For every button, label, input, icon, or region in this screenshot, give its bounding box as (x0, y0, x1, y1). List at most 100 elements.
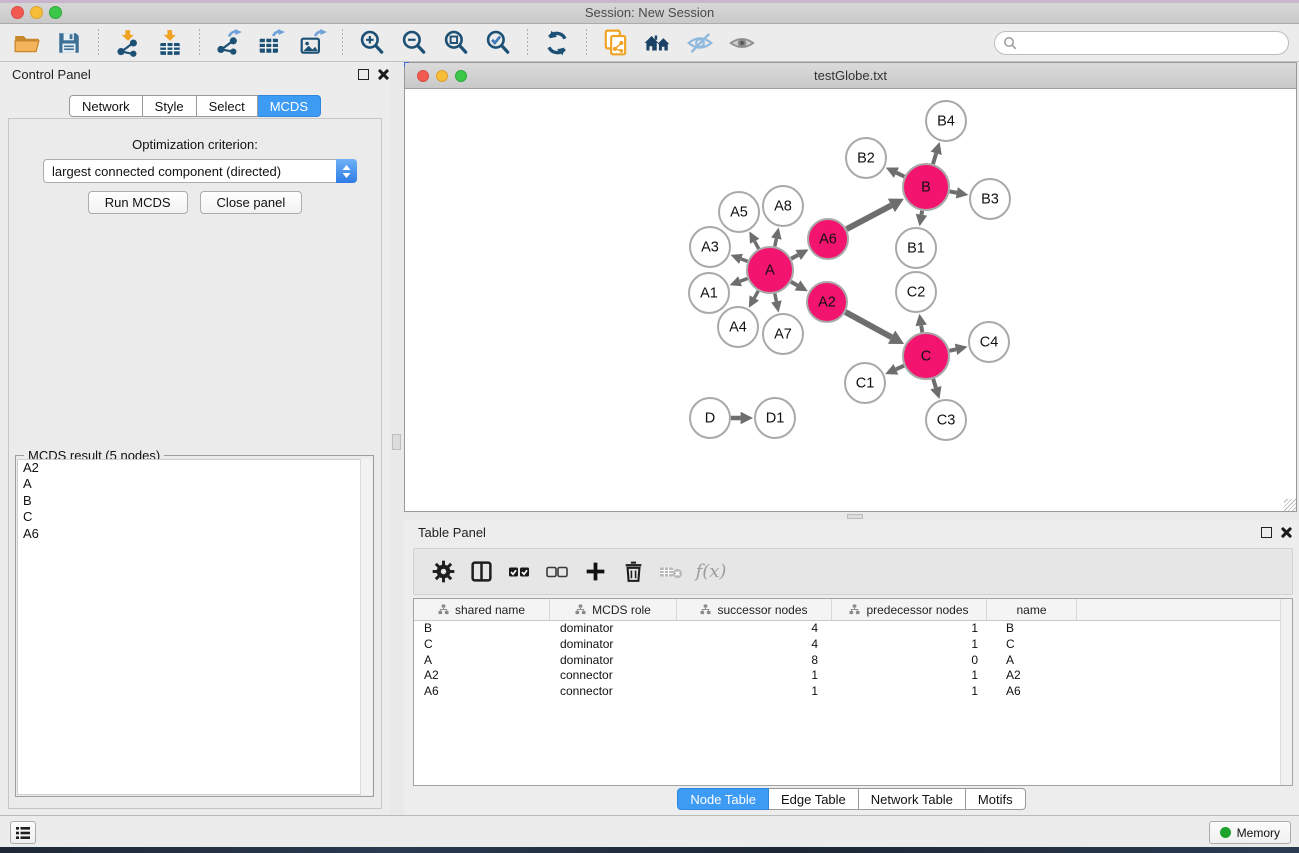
tab-mcds[interactable]: MCDS (258, 95, 321, 117)
table-settings-button[interactable] (424, 553, 462, 591)
zoom-fit-button[interactable] (438, 27, 474, 59)
add-column-button[interactable] (576, 553, 614, 591)
graph-edge-B-B1[interactable] (916, 211, 927, 227)
memory-button[interactable]: Memory (1209, 821, 1291, 844)
mcds-result-list[interactable]: A2ABCA6 (17, 459, 372, 795)
mcds-result-item[interactable]: A (18, 476, 371, 492)
graph-node-C2[interactable]: C2 (896, 272, 936, 312)
table-cell[interactable]: B (987, 621, 1077, 637)
graph-node-A[interactable]: A (747, 247, 793, 293)
export-table-button[interactable] (253, 27, 289, 59)
table-cell[interactable]: 1 (677, 684, 832, 700)
graph-node-A7[interactable]: A7 (763, 314, 803, 354)
graph-edge-A-A3[interactable] (731, 254, 748, 264)
zoom-out-button[interactable] (396, 27, 432, 59)
task-history-button[interactable] (10, 821, 36, 844)
zoom-selected-button[interactable] (480, 27, 516, 59)
column-header-predecessor-nodes[interactable]: predecessor nodes (832, 599, 987, 620)
graph-edge-A6-B[interactable] (847, 199, 904, 229)
table-row[interactable]: A6connector11A6 (414, 684, 1292, 700)
export-image-button[interactable] (295, 27, 331, 59)
graph-edge-C-C3[interactable] (930, 379, 941, 399)
float-panel-icon[interactable] (358, 69, 369, 80)
table-cell[interactable]: A2 (987, 668, 1077, 684)
graph-edge-C-C1[interactable] (885, 364, 904, 375)
column-header-MCDS-role[interactable]: MCDS role (550, 599, 677, 620)
table-cell[interactable]: A6 (414, 684, 550, 700)
table-cell[interactable]: A (987, 653, 1077, 669)
close-panel-icon[interactable] (1280, 526, 1292, 538)
select-all-button[interactable] (500, 553, 538, 591)
hide-selected-button[interactable] (682, 27, 718, 59)
graph-edge-C-C4[interactable] (949, 344, 967, 355)
delete-table-button[interactable] (652, 553, 690, 591)
graph-node-C4[interactable]: C4 (969, 322, 1009, 362)
window-titlebar[interactable]: Session: New Session (0, 0, 1299, 24)
table-cell[interactable]: 4 (677, 621, 832, 637)
graph-node-C[interactable]: C (903, 333, 949, 379)
table-cell[interactable]: dominator (550, 621, 677, 637)
table-row[interactable]: Cdominator41C (414, 637, 1292, 653)
tab-style[interactable]: Style (143, 95, 197, 117)
table-cell[interactable]: connector (550, 668, 677, 684)
graph-edge-A-A4[interactable] (749, 291, 759, 308)
vertical-splitter[interactable] (390, 62, 404, 815)
resize-grip-icon[interactable] (1284, 499, 1296, 511)
home-view-button[interactable] (640, 27, 676, 59)
import-table-button[interactable] (152, 27, 188, 59)
result-list-scrollbar[interactable] (360, 459, 372, 795)
tab-motifs[interactable]: Motifs (966, 788, 1026, 810)
graph-node-D[interactable]: D (690, 398, 730, 438)
network-window-titlebar[interactable]: testGlobe.txt (405, 63, 1296, 89)
graph-node-D1[interactable]: D1 (755, 398, 795, 438)
node-table[interactable]: shared nameMCDS rolesuccessor nodesprede… (413, 598, 1293, 786)
table-cell[interactable]: A (414, 653, 550, 669)
table-row[interactable]: Bdominator41B (414, 621, 1292, 637)
table-cell[interactable]: 4 (677, 637, 832, 653)
mcds-result-item[interactable]: B (18, 493, 371, 509)
save-session-button[interactable] (51, 27, 87, 59)
graph-node-B4[interactable]: B4 (926, 101, 966, 141)
splitter-grip[interactable] (847, 514, 863, 519)
float-panel-icon[interactable] (1261, 527, 1272, 538)
table-cell[interactable]: 1 (677, 668, 832, 684)
delete-columns-button[interactable] (614, 553, 652, 591)
table-cell[interactable]: dominator (550, 637, 677, 653)
table-cell[interactable]: 0 (832, 653, 987, 669)
graph-edge-A-A5[interactable] (749, 231, 759, 248)
table-scrollbar[interactable] (1280, 599, 1292, 785)
mcds-result-item[interactable]: A6 (18, 526, 371, 542)
column-header-name[interactable]: name (987, 599, 1077, 620)
table-cell[interactable]: A6 (987, 684, 1077, 700)
mcds-result-item[interactable]: C (18, 509, 371, 525)
table-cell[interactable]: C (414, 637, 550, 653)
graph-edge-B-B3[interactable] (950, 187, 969, 198)
table-cell[interactable]: A2 (414, 668, 550, 684)
close-panel-button[interactable]: Close panel (200, 191, 303, 214)
tab-edge-table[interactable]: Edge Table (769, 788, 859, 810)
graph-node-A2[interactable]: A2 (807, 282, 847, 322)
new-network-from-selection-button[interactable] (598, 27, 634, 59)
column-header-shared-name[interactable]: shared name (414, 599, 550, 620)
graph-node-C3[interactable]: C3 (926, 400, 966, 440)
graph-node-A8[interactable]: A8 (763, 186, 803, 226)
table-cell[interactable]: 1 (832, 621, 987, 637)
graph-node-A1[interactable]: A1 (689, 273, 729, 313)
graph-node-B[interactable]: B (903, 164, 949, 210)
graph-edge-C-C2[interactable] (915, 314, 926, 333)
close-panel-icon[interactable] (377, 68, 389, 80)
function-builder-button[interactable]: f(x) (690, 553, 728, 591)
graph-edge-A-A1[interactable] (730, 276, 748, 286)
column-header-successor-nodes[interactable]: successor nodes (677, 599, 832, 620)
graph-node-C1[interactable]: C1 (845, 363, 885, 403)
table-row[interactable]: A2connector11A2 (414, 668, 1292, 684)
table-cell[interactable]: connector (550, 684, 677, 700)
show-all-button[interactable] (724, 27, 760, 59)
graph-node-A5[interactable]: A5 (719, 192, 759, 232)
table-cell[interactable]: 1 (832, 684, 987, 700)
table-cell[interactable]: 1 (832, 637, 987, 653)
graph-node-B2[interactable]: B2 (846, 138, 886, 178)
horizontal-splitter[interactable] (404, 512, 1299, 520)
criterion-dropdown[interactable]: largest connected component (directed) (43, 159, 357, 183)
graph-edge-A-A7[interactable] (771, 294, 781, 313)
